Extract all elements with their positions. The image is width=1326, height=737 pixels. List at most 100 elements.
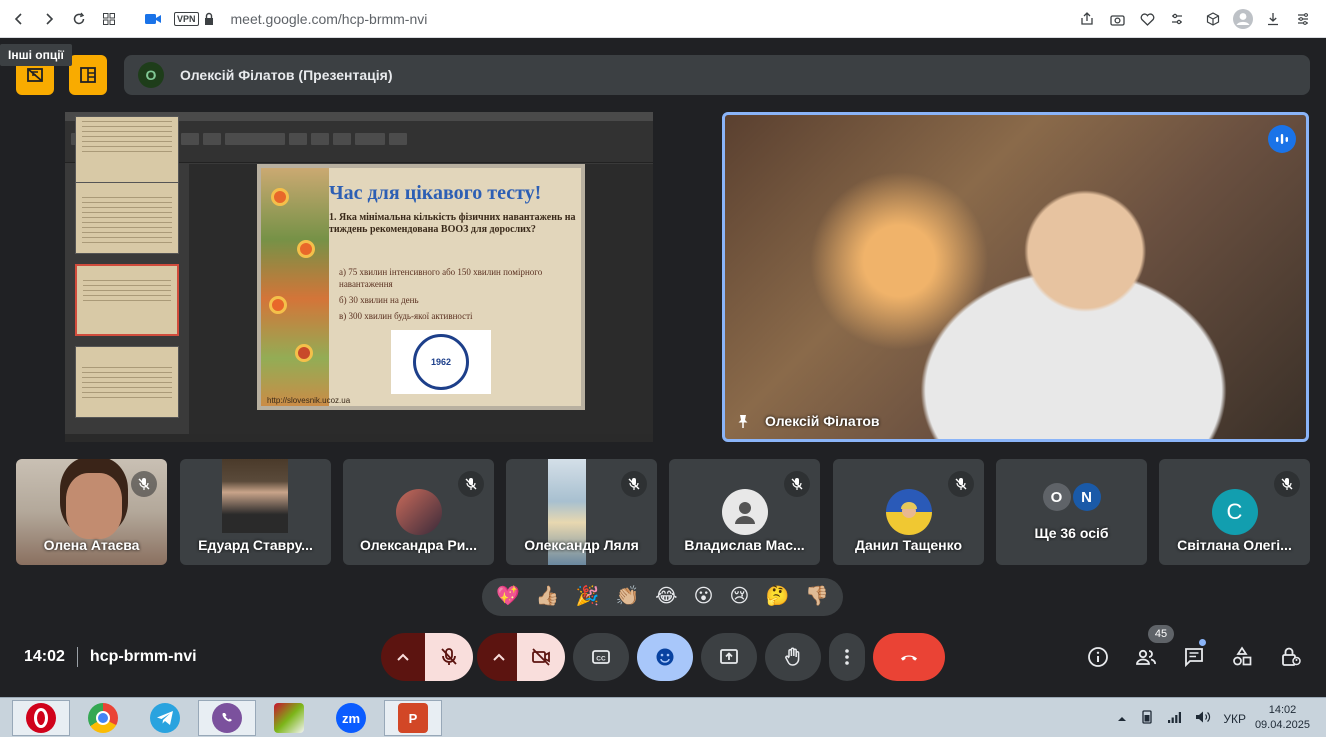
settings-icon[interactable] — [1164, 4, 1190, 34]
people-icon — [1136, 649, 1156, 665]
sidebar-layout-icon — [80, 67, 96, 83]
camera-toggle-button[interactable] — [517, 633, 565, 681]
reload-icon[interactable] — [64, 4, 94, 34]
presentation-bar: О Олексій Філатов (Презентація) — [124, 55, 1310, 95]
windows-taskbar: zm P УКР 14:02 09.04.2025 — [0, 697, 1326, 737]
taskbar-viber[interactable] — [198, 700, 256, 736]
participant-name: Владислав Мас... — [684, 537, 805, 553]
heart-icon[interactable] — [1134, 4, 1160, 34]
chat-icon — [1185, 648, 1203, 668]
participant-tile[interactable]: Едуард Ставру... — [180, 459, 331, 565]
taskbar-zoom[interactable]: zm — [322, 700, 380, 736]
slide-title: Час для цікавого тесту! — [329, 182, 542, 204]
participant-name: Олександр Ляля — [524, 537, 639, 553]
powerpoint-icon: P — [398, 703, 428, 733]
tabs-grid-icon[interactable] — [94, 4, 124, 34]
camera-icon[interactable] — [1104, 4, 1130, 34]
video-options-button[interactable] — [477, 633, 521, 681]
reaction-party[interactable]: 🎉 — [576, 585, 600, 609]
captions-button[interactable]: CC — [573, 633, 629, 681]
participants-count-badge: 45 — [1148, 625, 1174, 643]
profile-icon[interactable] — [1230, 4, 1256, 34]
emoji-reactions-button[interactable] — [637, 633, 693, 681]
taskbar-opera[interactable] — [12, 700, 70, 736]
main-speaker-video[interactable]: Олексій Філатов — [722, 112, 1309, 442]
slide-thumb-selected[interactable] — [75, 264, 179, 336]
telegram-icon — [150, 703, 180, 733]
meeting-code: hcp-brmm-nvi — [89, 648, 197, 665]
taskbar-clock[interactable]: 14:02 09.04.2025 — [1255, 703, 1310, 733]
more-options-tooltip: Інші опції — [0, 44, 72, 66]
participant-mini-avatar: N — [1072, 483, 1101, 511]
taskbar-powerpoint[interactable]: P — [384, 700, 442, 736]
taskbar-telegram[interactable] — [136, 700, 194, 736]
cube-icon[interactable] — [1200, 4, 1226, 34]
reaction-laugh[interactable]: 😂 — [655, 585, 677, 609]
participant-tile[interactable]: С Світлана Олегі... — [1159, 459, 1310, 565]
reaction-thumbs-up[interactable]: 👍🏼 — [536, 585, 560, 609]
participant-tile[interactable]: Владислав Мас... — [669, 459, 820, 565]
more-participants-tile[interactable]: О N Ще 36 осіб — [996, 459, 1147, 565]
ppt-statusbar — [65, 434, 653, 442]
activities-button[interactable] — [1230, 645, 1254, 669]
shared-screen-tile[interactable]: Час для цікавого тесту! 1. Яка мінімальн… — [65, 112, 653, 442]
signal-icon[interactable] — [1167, 710, 1183, 727]
download-icon[interactable] — [1260, 4, 1286, 34]
present-screen-icon — [720, 649, 738, 664]
host-controls-button[interactable] — [1279, 645, 1303, 669]
participant-name: Олександра Ри... — [360, 537, 477, 553]
closed-captions-icon: CC — [592, 650, 610, 664]
participant-tile[interactable]: Данил Тащенко — [833, 459, 984, 565]
floral-ornament — [261, 168, 329, 406]
slide-thumb[interactable] — [75, 182, 179, 254]
reaction-heart[interactable]: 💖 — [496, 585, 520, 609]
speaking-indicator-icon — [1268, 125, 1296, 153]
raise-hand-button[interactable] — [765, 633, 821, 681]
forward-icon[interactable] — [34, 4, 64, 34]
reaction-thinking[interactable]: 🤔 — [765, 585, 789, 609]
taskbar-winrar[interactable] — [260, 700, 318, 736]
layout-off-icon — [27, 68, 43, 82]
vpn-badge[interactable]: VPN — [174, 11, 199, 26]
main-speaker-name: Олексій Філатов — [765, 413, 880, 429]
reaction-surprised[interactable]: 😮 — [694, 585, 714, 609]
volume-icon[interactable] — [1195, 710, 1211, 727]
taskbar-chrome[interactable] — [74, 700, 132, 736]
more-options-button[interactable] — [829, 633, 865, 681]
slide-thumb[interactable] — [75, 346, 179, 418]
meeting-details-button[interactable] — [1086, 645, 1110, 669]
pin-icon[interactable] — [735, 413, 751, 429]
tray-expand-icon[interactable] — [1117, 712, 1127, 726]
chat-button[interactable] — [1182, 645, 1206, 669]
reaction-clap[interactable]: 👏🏼 — [615, 585, 639, 609]
back-icon[interactable] — [4, 4, 34, 34]
system-tray: УКР — [1117, 709, 1246, 728]
participant-tile[interactable]: Олександр Ляля — [506, 459, 657, 565]
audio-options-button[interactable] — [381, 633, 425, 681]
mic-off-icon — [1274, 471, 1300, 497]
participant-name: Світлана Олегі... — [1177, 537, 1292, 553]
slide-thumb[interactable] — [75, 116, 179, 188]
lock-icon[interactable] — [199, 4, 219, 34]
participant-tile[interactable]: Олена Атаєва — [16, 459, 167, 565]
reaction-thumbs-down[interactable]: 👎🏼 — [805, 585, 829, 609]
address-bar-url[interactable]: meet.google.com/hcp-brmm-nvi — [231, 11, 428, 27]
layout-sidebar-button[interactable] — [69, 55, 107, 95]
slide-thumbnails[interactable] — [71, 116, 189, 434]
participant-tile[interactable]: Олександра Ри... — [343, 459, 494, 565]
slide-answer-a: а) 75 хвилин інтенсивного або 150 хвилин… — [339, 267, 543, 289]
logo-seal: 1962 — [413, 334, 469, 390]
menu-icon[interactable] — [1290, 4, 1316, 34]
battery-icon[interactable] — [1139, 709, 1155, 728]
keyboard-language[interactable]: УКР — [1223, 712, 1246, 726]
participant-avatar: С — [1211, 489, 1258, 535]
mic-toggle-button[interactable] — [425, 633, 473, 681]
mic-off-icon — [131, 471, 157, 497]
share-icon[interactable] — [1074, 4, 1100, 34]
zoom-icon: zm — [336, 703, 366, 733]
reaction-sad[interactable]: 😢 — [730, 585, 750, 609]
present-screen-button[interactable] — [701, 633, 757, 681]
chevron-up-icon — [397, 653, 409, 661]
leave-call-button[interactable] — [873, 633, 945, 681]
people-button[interactable] — [1134, 645, 1158, 669]
